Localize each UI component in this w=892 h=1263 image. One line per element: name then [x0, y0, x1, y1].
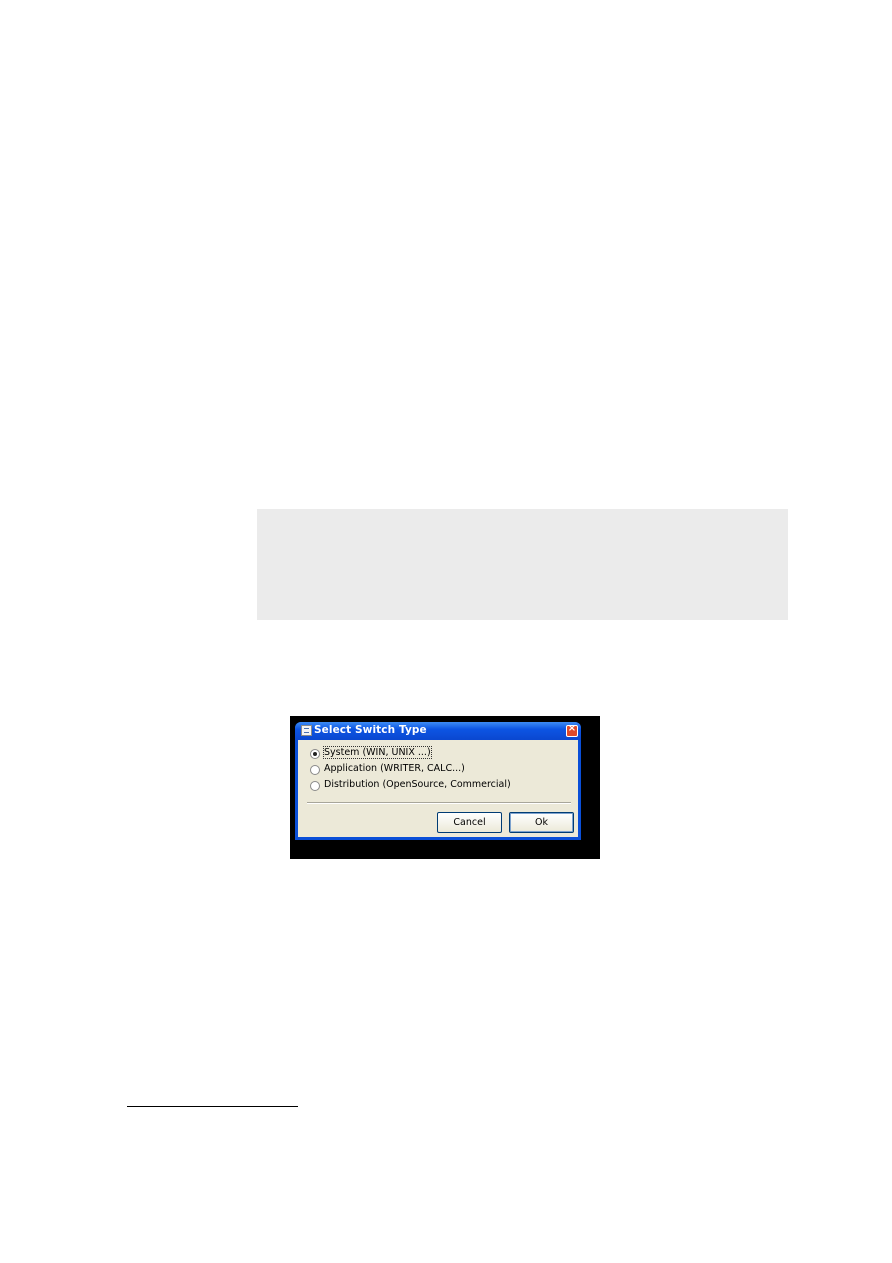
radio-label-distribution[interactable]: Distribution (OpenSource, Commercial): [324, 779, 511, 790]
dialog-body: System (WIN, UNIX ...) Application (WRIT…: [298, 740, 578, 837]
close-button[interactable]: ×: [566, 723, 578, 737]
radio-button-distribution[interactable]: [310, 781, 320, 791]
screenshot-frame: Select Switch Type × System (WIN, UNIX .…: [290, 716, 600, 859]
close-icon: ×: [567, 723, 577, 734]
separator: [307, 802, 571, 804]
radio-button-application[interactable]: [310, 765, 320, 775]
ok-button[interactable]: Ok: [509, 812, 574, 833]
title-bar[interactable]: Select Switch Type ×: [295, 722, 581, 740]
cancel-button[interactable]: Cancel: [437, 812, 502, 833]
radio-label-application[interactable]: Application (WRITER, CALC...): [324, 763, 465, 774]
footnote-rule: [127, 1106, 298, 1107]
app-icon: [301, 725, 312, 736]
select-switch-type-dialog: Select Switch Type × System (WIN, UNIX .…: [295, 722, 581, 840]
dialog-title: Select Switch Type: [314, 724, 427, 736]
radio-button-system[interactable]: [310, 749, 320, 759]
radio-label-system[interactable]: System (WIN, UNIX ...): [323, 746, 432, 759]
gray-text-box: [257, 509, 788, 620]
